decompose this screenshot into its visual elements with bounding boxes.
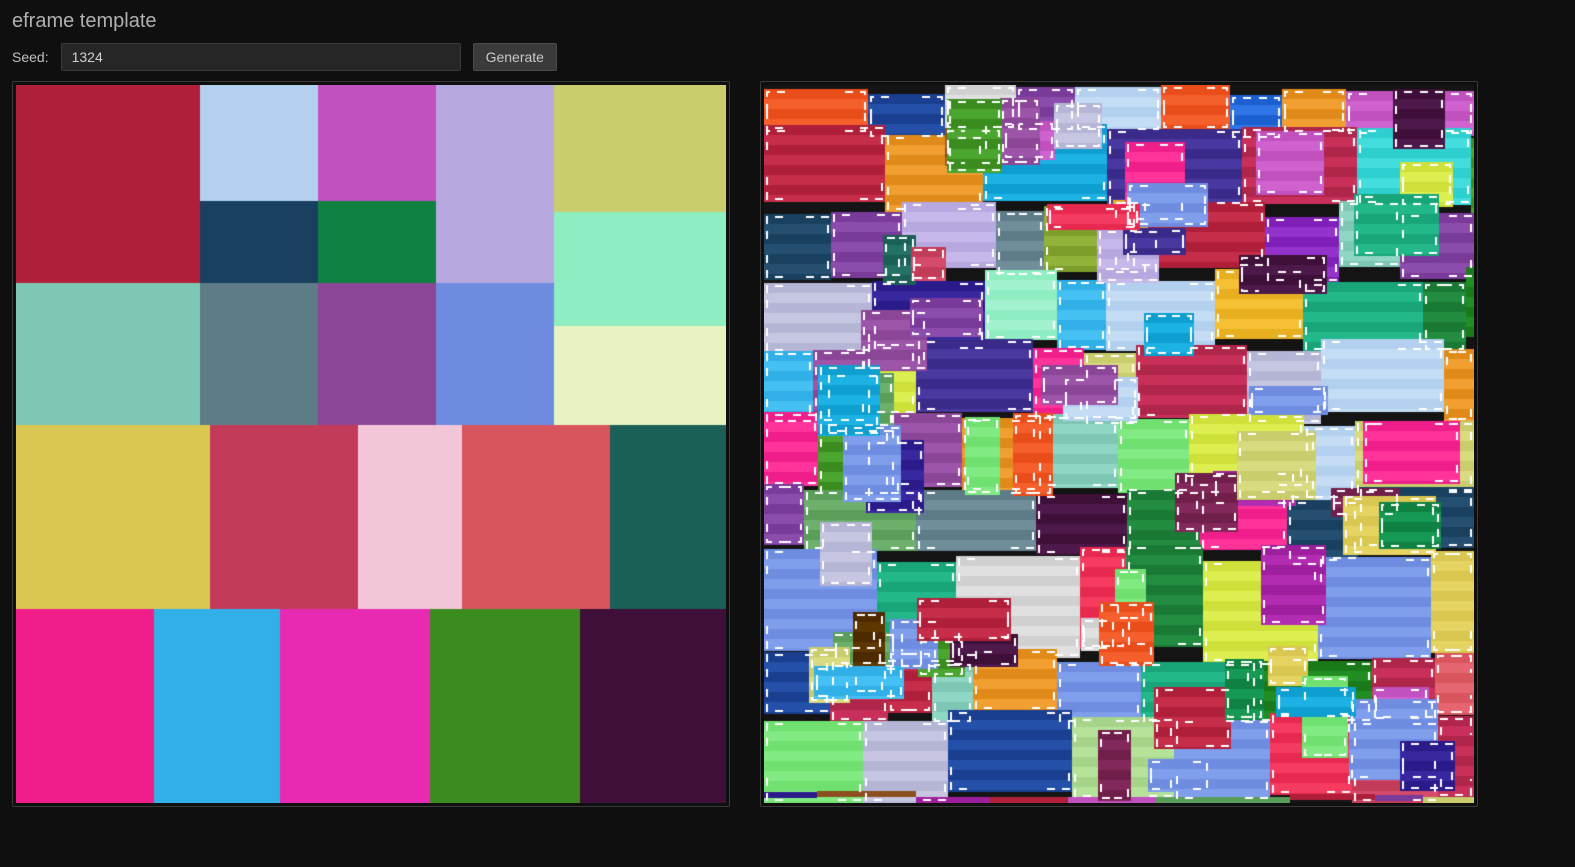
left-canvas [16, 85, 726, 803]
left-panel [12, 81, 730, 807]
seed-input[interactable] [61, 43, 461, 71]
right-panel [760, 81, 1478, 807]
generate-button[interactable]: Generate [473, 43, 557, 71]
page-title: eframe template [12, 10, 1563, 33]
right-canvas [764, 85, 1474, 803]
seed-label: Seed: [12, 49, 49, 65]
controls-row: Seed: Generate [12, 43, 1563, 71]
